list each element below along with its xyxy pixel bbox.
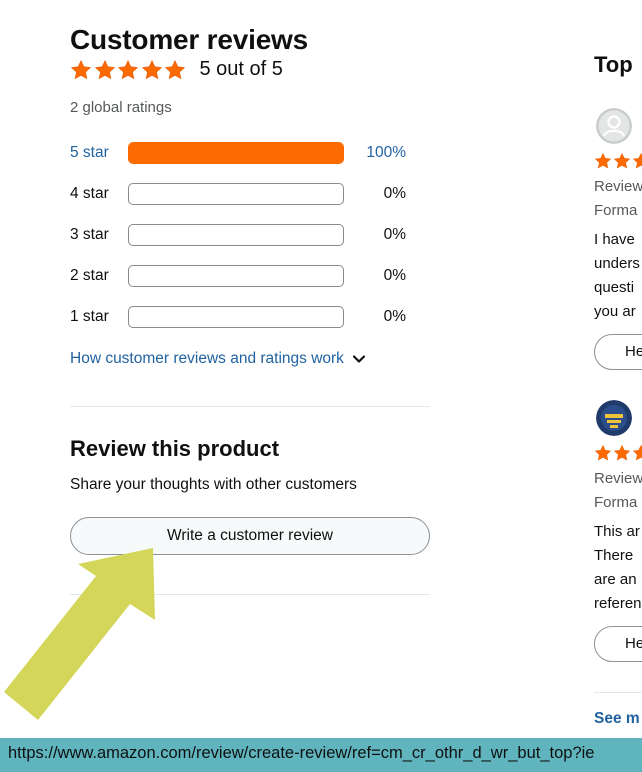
user-avatar-icon[interactable] bbox=[596, 400, 632, 436]
review-product-subtitle: Share your thoughts with other customers bbox=[70, 476, 357, 493]
star-icon bbox=[594, 152, 612, 170]
review2-body-line: are an bbox=[594, 571, 637, 588]
histogram-row-1-star: 1 star 0% bbox=[70, 305, 410, 329]
histogram-bar bbox=[128, 224, 344, 246]
histogram-bar[interactable] bbox=[128, 142, 344, 164]
rating-text: 5 out of 5 bbox=[199, 58, 283, 80]
customer-reviews-title: Customer reviews bbox=[70, 24, 309, 55]
user-avatar-icon[interactable] bbox=[596, 108, 632, 144]
histogram-label: 4 star bbox=[70, 185, 109, 202]
histogram-percent: 0% bbox=[383, 308, 406, 325]
histogram-row-5-star[interactable]: 5 star 100% bbox=[70, 141, 410, 165]
how-reviews-work-link[interactable]: How customer reviews and ratings work bbox=[70, 350, 366, 368]
histogram-percent: 0% bbox=[383, 267, 406, 284]
histogram-label: 3 star bbox=[70, 226, 109, 243]
review1-format: Forma bbox=[594, 202, 638, 219]
star-icon bbox=[70, 59, 92, 81]
annotation-arrow-icon bbox=[4, 548, 155, 720]
chevron-down-icon[interactable] bbox=[352, 352, 366, 366]
review2-body-line: This ar bbox=[594, 523, 640, 540]
section-divider bbox=[594, 692, 642, 693]
star-icon bbox=[632, 444, 642, 462]
histogram-label[interactable]: 5 star bbox=[70, 144, 128, 162]
star-icon bbox=[613, 152, 631, 170]
top-reviews-title: Top bbox=[594, 52, 633, 77]
review1-body-line: unders bbox=[594, 255, 640, 272]
star-icon bbox=[613, 444, 631, 462]
review1-body-line: questi bbox=[594, 279, 635, 296]
review1-date: Review bbox=[594, 178, 642, 195]
review1-helpful-button[interactable]: He bbox=[594, 334, 642, 370]
review2-format: Forma bbox=[594, 494, 638, 511]
histogram-bar bbox=[128, 265, 344, 287]
review2-body-line: There bbox=[594, 547, 634, 564]
see-more-reviews-link[interactable]: See m bbox=[594, 710, 640, 728]
histogram-label: 1 star bbox=[70, 308, 109, 325]
star-icon bbox=[594, 444, 612, 462]
histogram-percent[interactable]: 100% bbox=[344, 144, 406, 162]
top-reviews-panel: Top Review Forma I have unders questi yo… bbox=[594, 0, 642, 740]
histogram-bar-fill bbox=[129, 143, 343, 163]
star-icon bbox=[632, 152, 642, 170]
star-icon bbox=[141, 59, 163, 81]
star-icon bbox=[164, 59, 186, 81]
review2-body-line: referen bbox=[594, 595, 642, 612]
review1-stars bbox=[594, 152, 642, 170]
review2-helpful-button[interactable]: He bbox=[594, 626, 642, 662]
section-divider bbox=[70, 406, 430, 407]
histogram-bar bbox=[128, 183, 344, 205]
histogram-percent: 0% bbox=[383, 185, 406, 202]
star-icon bbox=[117, 59, 139, 81]
rating-stars bbox=[70, 59, 188, 81]
review2-date: Review bbox=[594, 470, 642, 487]
histogram-bar bbox=[128, 306, 344, 328]
how-reviews-work-label[interactable]: How customer reviews and ratings work bbox=[70, 350, 344, 368]
overall-rating: 5 out of 5 bbox=[70, 58, 283, 81]
histogram-row-2-star: 2 star 0% bbox=[70, 264, 410, 288]
histogram-row-3-star: 3 star 0% bbox=[70, 223, 410, 247]
histogram-label: 2 star bbox=[70, 267, 109, 284]
star-icon bbox=[94, 59, 116, 81]
histogram-percent: 0% bbox=[383, 226, 406, 243]
status-bar-url: https://www.amazon.com/review/create-rev… bbox=[8, 744, 595, 762]
review-product-title: Review this product bbox=[70, 436, 280, 461]
review1-body-line: I have bbox=[594, 231, 635, 248]
review1-body-line: you ar bbox=[594, 303, 636, 320]
link-status-bar: https://www.amazon.com/review/create-rev… bbox=[0, 738, 642, 772]
global-ratings-count: 2 global ratings bbox=[70, 99, 172, 116]
review2-stars bbox=[594, 444, 642, 462]
histogram-row-4-star: 4 star 0% bbox=[70, 182, 410, 206]
